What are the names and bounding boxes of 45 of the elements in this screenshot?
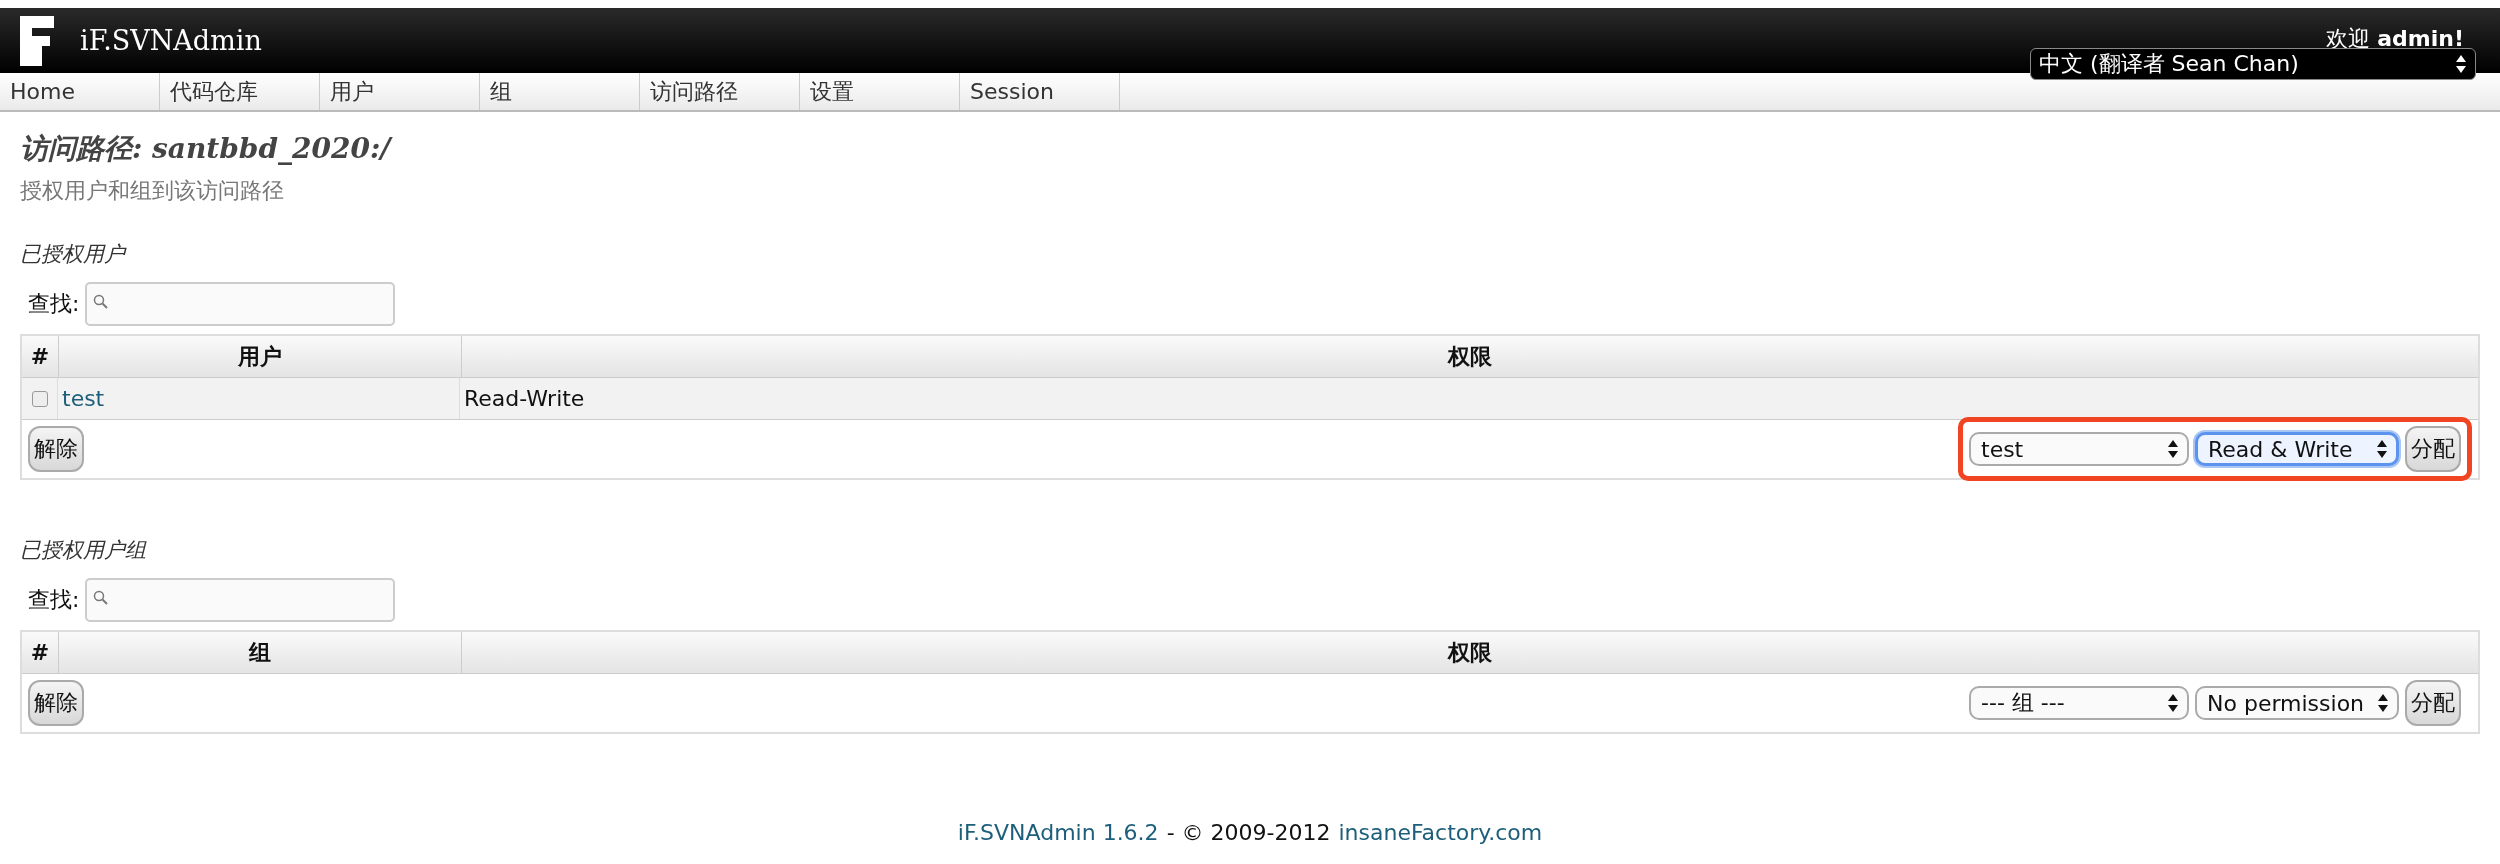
name-select[interactable]: --- 组 --- — [1969, 686, 2189, 720]
section-heading: 已授权用户 — [20, 241, 128, 268]
nav-item[interactable]: Session — [960, 73, 1120, 110]
stepper-icon — [2167, 693, 2179, 713]
nav-item[interactable]: 访问路径 — [640, 73, 800, 110]
nav-item[interactable]: Home — [0, 73, 160, 110]
permission-select[interactable]: Read & Write — [2195, 432, 2399, 466]
site-link[interactable]: insaneFactory.com — [1338, 820, 1543, 845]
name-select[interactable]: test — [1969, 432, 2189, 466]
search-label: 查找: — [28, 290, 80, 318]
nav-item[interactable]: 代码仓库 — [160, 73, 320, 110]
search-icon — [93, 294, 110, 310]
assign-button[interactable]: 分配 — [2405, 680, 2461, 726]
column-header: # — [22, 632, 59, 673]
user-link[interactable]: test — [62, 386, 105, 411]
stepper-icon — [2167, 439, 2179, 459]
column-header: 权限 — [1446, 343, 1493, 371]
nav-item[interactable]: 组 — [480, 73, 640, 110]
page-subtitle: 授权用户和组到该访问路径 — [20, 177, 285, 205]
stepper-icon — [2455, 54, 2467, 74]
remove-button[interactable]: 解除 — [28, 680, 84, 726]
row-checkbox[interactable] — [32, 390, 48, 407]
copyright-text: - © 2009-2012 — [1166, 820, 1331, 845]
search-field[interactable] — [85, 282, 396, 326]
column-header: 权限 — [1446, 639, 1493, 667]
remove-button[interactable]: 解除 — [28, 426, 84, 472]
permission-cell: Read-Write — [464, 386, 585, 411]
app-name: iF.SVNAdmin — [80, 25, 262, 56]
permission-select[interactable]: No permission — [2195, 686, 2399, 720]
column-header: 组 — [59, 632, 462, 673]
column-header: 用户 — [59, 336, 462, 377]
nav-item[interactable]: 设置 — [800, 73, 960, 110]
search-label: 查找: — [28, 586, 80, 614]
version-link[interactable]: iF.SVNAdmin 1.6.2 — [957, 820, 1159, 845]
column-header: # — [22, 336, 59, 377]
section-heading: 已授权用户组 — [20, 537, 148, 564]
logo-icon — [20, 15, 54, 66]
assign-button[interactable]: 分配 — [2405, 426, 2461, 472]
stepper-icon — [2376, 439, 2388, 459]
page-title: 访问路径: santbbd_2020:/ — [20, 131, 394, 167]
stepper-icon — [2377, 693, 2389, 713]
nav-item[interactable]: 用户 — [320, 73, 480, 110]
language-select[interactable]: 中文 (翻译者 Sean Chan) — [2030, 48, 2476, 80]
search-field[interactable] — [85, 578, 396, 622]
search-icon — [93, 590, 110, 606]
